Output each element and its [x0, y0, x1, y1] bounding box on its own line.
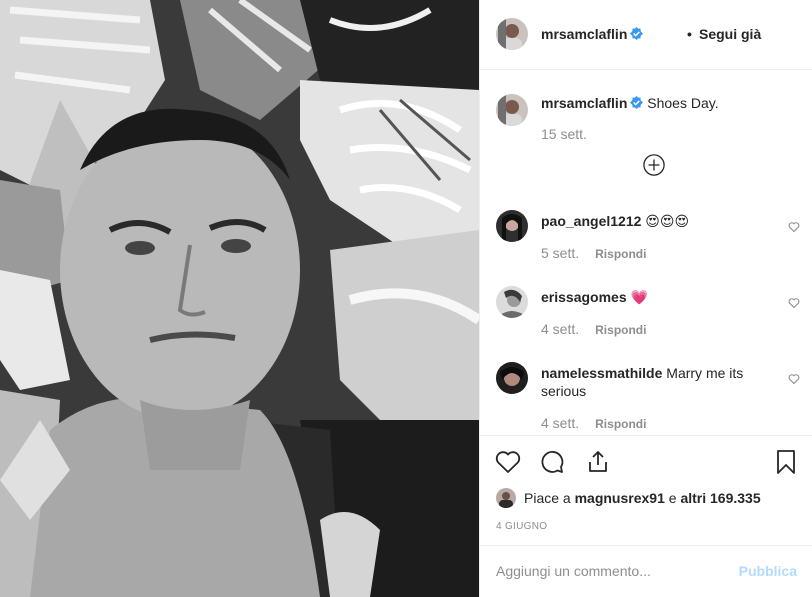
post-header: mrsamclaflin • Segui già	[480, 0, 812, 70]
comment-like-heart-icon[interactable]	[788, 373, 800, 385]
comment-username[interactable]: pao_angel1212	[541, 213, 641, 229]
comment-timestamp[interactable]: 5 sett.	[541, 245, 579, 261]
comment-meta: 5 sett. Rispondi	[541, 245, 646, 261]
commenter-avatar[interactable]	[496, 362, 528, 394]
comment-text: 💗	[630, 289, 648, 305]
publish-button[interactable]: Pubblica	[739, 563, 797, 579]
caption-timestamp[interactable]: 15 sett.	[541, 126, 587, 142]
comment-item: namelessmathilde Marry me its serious 4 …	[480, 362, 812, 438]
verified-badge-icon	[630, 96, 644, 109]
liker-username[interactable]: magnusrex91	[575, 490, 665, 506]
comment-icon[interactable]	[538, 448, 566, 476]
comment-item: erissagomes 💗 4 sett. Rispondi	[480, 286, 812, 362]
caption-author-avatar[interactable]	[496, 94, 528, 126]
share-icon[interactable]	[584, 448, 612, 476]
post-date[interactable]: 4 GIUGNO	[496, 521, 547, 532]
header-separator: •	[687, 26, 692, 42]
author-avatar[interactable]	[496, 18, 528, 50]
post-actions: Piace a magnusrex91 e altri 169.335 4 GI…	[480, 435, 812, 545]
comment-text-block: pao_angel1212 😍😍😍	[541, 212, 771, 230]
bookmark-icon[interactable]	[772, 448, 800, 476]
comment-username[interactable]: erissagomes	[541, 289, 627, 305]
commenter-avatar[interactable]	[496, 210, 528, 242]
comment-like-heart-icon[interactable]	[788, 297, 800, 309]
author-username[interactable]: mrsamclaflin	[541, 26, 644, 42]
likes-prefix: Piace a	[524, 490, 571, 506]
caption-text: Shoes Day.	[647, 95, 719, 111]
following-button[interactable]: Segui già	[699, 26, 761, 42]
caption-username[interactable]: mrsamclaflin	[541, 95, 627, 111]
liker-avatar[interactable]	[496, 488, 516, 508]
comment-meta: 4 sett. Rispondi	[541, 415, 646, 431]
comment-text-block: erissagomes 💗	[541, 288, 771, 306]
plus-circle-icon[interactable]	[643, 154, 665, 176]
post-photo[interactable]	[0, 0, 479, 597]
add-comment-bar: Aggiungi un commento... Pubblica	[480, 545, 812, 597]
comment-username[interactable]: namelessmathilde	[541, 365, 662, 381]
comment-text: 😍😍😍	[645, 213, 690, 229]
verified-badge-icon	[630, 27, 644, 40]
post-side-panel: mrsamclaflin • Segui già mrsamclaflin Sh…	[479, 0, 812, 597]
comment-input[interactable]: Aggiungi un commento...	[496, 563, 726, 579]
commenter-avatar[interactable]	[496, 286, 528, 318]
heart-icon[interactable]	[494, 448, 522, 476]
instagram-post: mrsamclaflin • Segui già mrsamclaflin Sh…	[0, 0, 812, 597]
likes-count[interactable]: altri 169.335	[680, 490, 760, 506]
comment-like-heart-icon[interactable]	[788, 221, 800, 233]
comment-text-block: namelessmathilde Marry me its serious	[541, 364, 771, 400]
comment-item: pao_angel1212 😍😍😍 5 sett. Rispondi	[480, 210, 812, 286]
comment-meta: 4 sett. Rispondi	[541, 321, 646, 337]
caption-text-block: mrsamclaflin Shoes Day.	[541, 94, 791, 112]
likes-and: e	[668, 490, 677, 506]
photo-illustration	[0, 0, 479, 597]
comment-timestamp[interactable]: 4 sett.	[541, 321, 579, 337]
comment-timestamp[interactable]: 4 sett.	[541, 415, 579, 431]
reply-button[interactable]: Rispondi	[595, 323, 646, 337]
reply-button[interactable]: Rispondi	[595, 247, 646, 261]
reply-button[interactable]: Rispondi	[595, 417, 646, 431]
likes-summary: Piace a magnusrex91 e altri 169.335	[496, 488, 761, 508]
